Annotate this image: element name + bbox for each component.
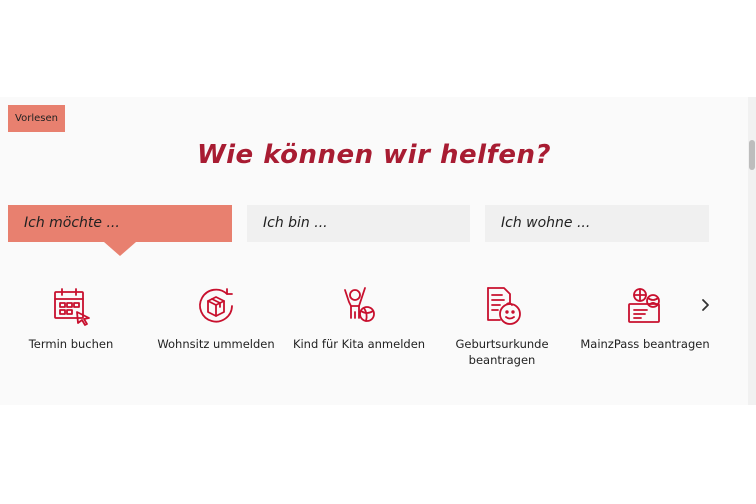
service-termin-buchen[interactable]: Termin buchen bbox=[3, 284, 139, 352]
service-label: MainzPass beantragen bbox=[580, 337, 710, 351]
carousel-next-button[interactable] bbox=[698, 293, 714, 317]
service-geburtsurkunde[interactable]: Geburtsurkunde beantragen bbox=[434, 284, 570, 368]
chevron-right-icon bbox=[702, 299, 709, 311]
service-label: Kind für Kita anmelden bbox=[292, 337, 426, 351]
calendar-cursor-icon bbox=[54, 288, 90, 326]
service-kita-anmelden[interactable]: Kind für Kita anmelden bbox=[291, 284, 427, 352]
tab-ich-bin[interactable]: Ich bin ... bbox=[247, 205, 470, 242]
child-ball-icon bbox=[344, 287, 375, 322]
page-headline: Wie können wir helfen? bbox=[196, 140, 552, 170]
service-label: Wohnsitz ummelden bbox=[157, 337, 275, 351]
tab-ich-moechte[interactable]: Ich möchte ... bbox=[8, 205, 232, 242]
tab-ich-wohne[interactable]: Ich wohne ... bbox=[485, 205, 709, 242]
active-tab-pointer bbox=[104, 242, 136, 256]
service-label: Geburtsurkunde beantragen bbox=[455, 337, 549, 367]
read-aloud-button[interactable]: Vorlesen bbox=[8, 105, 65, 132]
box-move-icon bbox=[199, 288, 233, 323]
service-label: Termin buchen bbox=[28, 337, 114, 351]
service-wohnsitz-ummelden[interactable]: Wohnsitz ummelden bbox=[148, 284, 284, 352]
baby-document-icon bbox=[487, 287, 521, 325]
pass-card-icon bbox=[628, 288, 660, 323]
scrollbar-thumb[interactable] bbox=[749, 140, 755, 170]
service-mainzpass[interactable]: MainzPass beantragen bbox=[577, 284, 713, 352]
